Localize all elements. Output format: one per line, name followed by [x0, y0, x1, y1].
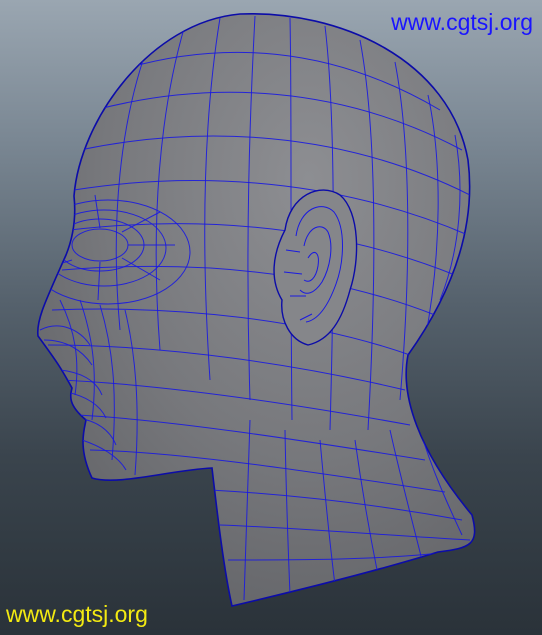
watermark-top-right: www.cgtsj.org	[391, 9, 533, 35]
viewport-3d[interactable]: www.cgtsj.org www.cgtsj.org	[0, 0, 542, 635]
head-model[interactable]	[0, 0, 542, 635]
watermark-bottom-left: www.cgtsj.org	[6, 601, 148, 627]
head-surface	[36, 13, 476, 607]
